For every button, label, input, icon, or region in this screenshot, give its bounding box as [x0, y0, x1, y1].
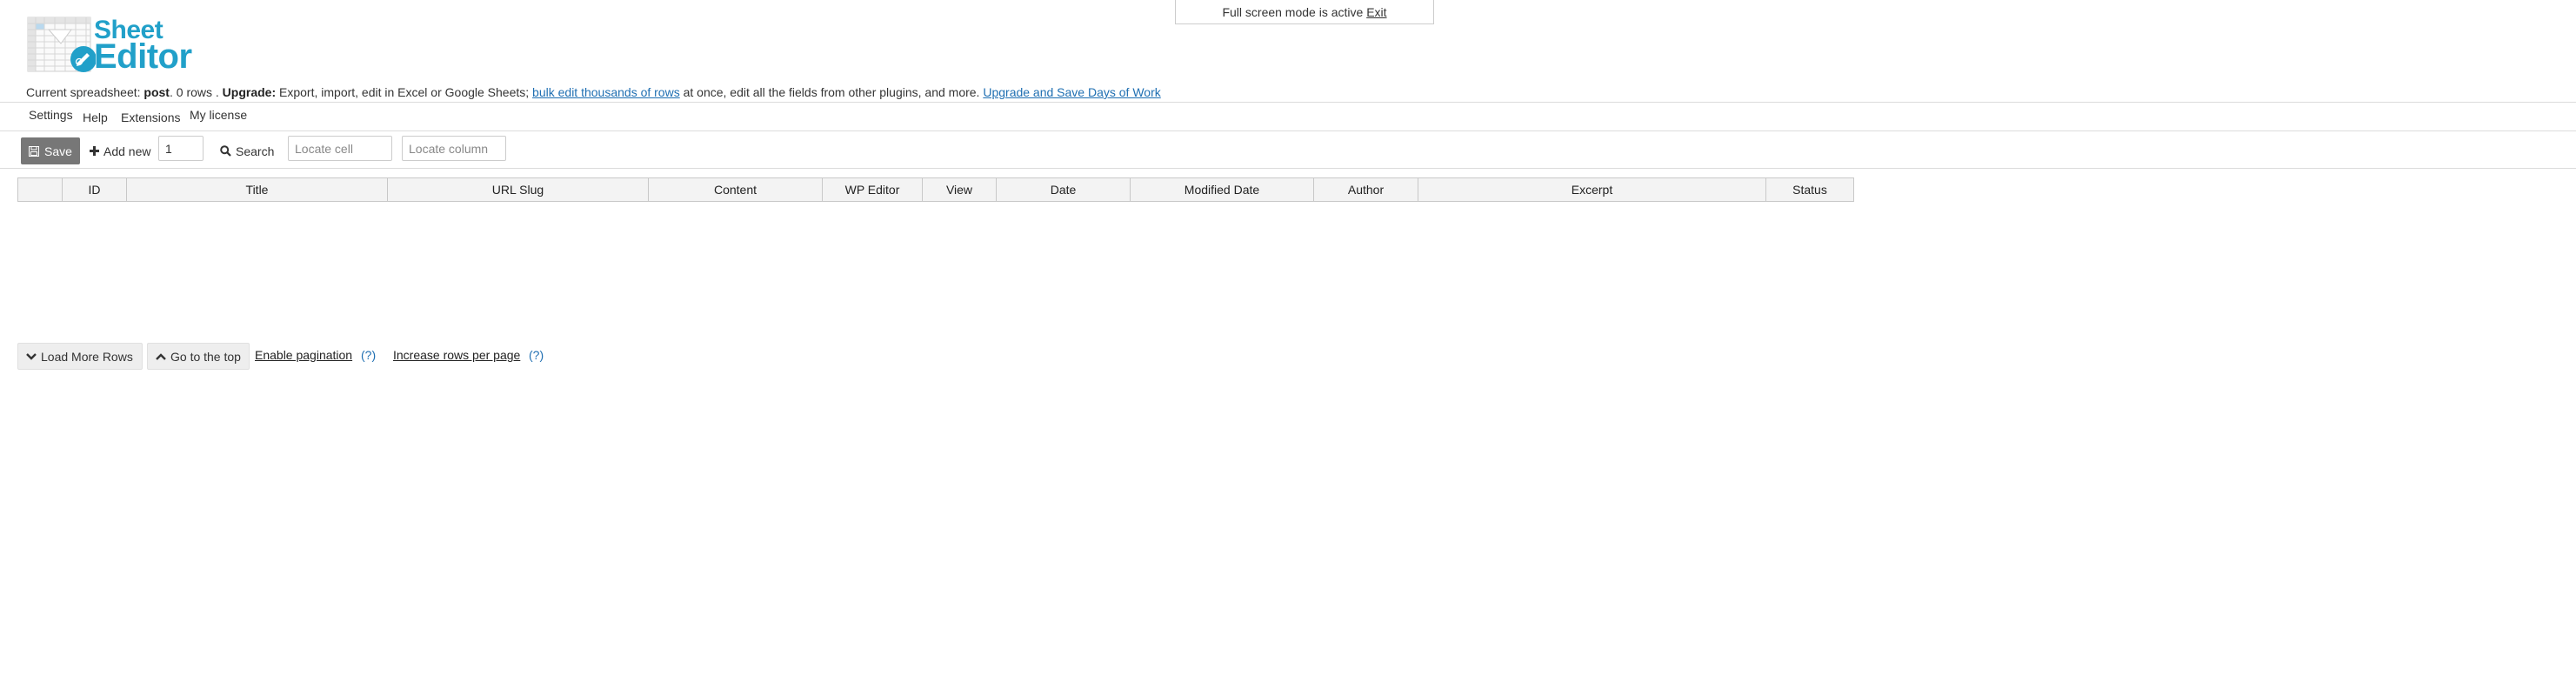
upgrade-text: Export, import, edit in Excel or Google …	[279, 85, 530, 99]
column-header-id[interactable]: ID	[63, 178, 127, 201]
increase-rows-link[interactable]: Increase rows per page	[393, 348, 520, 362]
menu-item-settings[interactable]: Settings	[29, 108, 73, 122]
search-button[interactable]: Search	[220, 137, 274, 164]
load-more-rows-button[interactable]: Load More Rows	[17, 343, 143, 370]
current-spreadsheet-label: Current spreadsheet:	[26, 85, 141, 99]
chevron-up-icon	[156, 352, 166, 360]
fullscreen-banner: Full screen mode is active Exit	[1175, 0, 1434, 24]
spreadsheet-logo-icon	[27, 17, 96, 72]
toolbar: Save Add new Search	[0, 132, 2576, 167]
logo-line2: Editor	[94, 37, 192, 76]
upgrade-middle-text: at once, edit all the fields from other …	[683, 85, 980, 99]
search-label: Search	[236, 144, 275, 158]
chevron-down-icon	[26, 352, 37, 360]
menu-item-extensions[interactable]: Extensions	[121, 110, 180, 124]
save-button[interactable]: Save	[21, 137, 80, 164]
column-header-title[interactable]: Title	[127, 178, 388, 201]
column-header-content[interactable]: Content	[649, 178, 823, 201]
column-header-modified-date[interactable]: Modified Date	[1131, 178, 1314, 201]
logo-wordmark: Sheet Editor	[94, 17, 192, 76]
column-header-excerpt[interactable]: Excerpt	[1418, 178, 1766, 201]
menu-item-help[interactable]: Help	[83, 110, 108, 124]
pagination-help-link[interactable]: (?)	[361, 348, 376, 362]
divider-top	[0, 102, 2576, 103]
locate-column-input[interactable]	[402, 136, 506, 161]
plus-icon	[90, 146, 99, 156]
upgrade-label: Upgrade:	[222, 85, 277, 99]
spreadsheet-name: post	[143, 85, 170, 99]
exit-fullscreen-link[interactable]: Exit	[1366, 5, 1386, 19]
row-count: . 0 rows .	[169, 85, 219, 99]
load-more-label: Load More Rows	[41, 349, 133, 364]
search-icon	[220, 145, 231, 157]
enable-pagination-link[interactable]: Enable pagination	[255, 348, 352, 362]
upgrade-link[interactable]: Upgrade and Save Days of Work	[983, 85, 1160, 99]
go-to-top-button[interactable]: Go to the top	[147, 343, 250, 370]
column-header-wp-editor[interactable]: WP Editor	[823, 178, 923, 201]
locate-cell-input[interactable]	[288, 136, 392, 161]
go-to-top-label: Go to the top	[170, 349, 241, 364]
column-header-view[interactable]: View	[923, 178, 997, 201]
add-new-count-input[interactable]	[158, 136, 204, 161]
spreadsheet-info-line: Current spreadsheet: post. 0 rows . Upgr…	[26, 85, 1161, 99]
column-header-url-slug[interactable]: URL Slug	[388, 178, 649, 201]
fullscreen-text: Full screen mode is active	[1222, 5, 1364, 19]
column-header-corner[interactable]	[18, 178, 63, 201]
save-label: Save	[44, 144, 72, 158]
column-header-date[interactable]: Date	[997, 178, 1131, 201]
add-new-button[interactable]: Add new	[90, 137, 150, 164]
sheet-editor-logo: Sheet Editor	[26, 16, 192, 75]
rows-help-link[interactable]: (?)	[529, 348, 544, 362]
divider-toolbar	[0, 168, 2576, 169]
spreadsheet-header-row: ID Title URL Slug Content WP Editor View…	[17, 177, 1854, 202]
menu-item-my-license[interactable]: My license	[190, 108, 247, 122]
floppy-disk-icon	[29, 145, 40, 157]
bulk-edit-link[interactable]: bulk edit thousands of rows	[532, 85, 680, 99]
column-header-author[interactable]: Author	[1314, 178, 1418, 201]
divider-menu	[0, 130, 2576, 131]
column-header-status[interactable]: Status	[1766, 178, 1853, 201]
add-new-label: Add new	[103, 144, 151, 158]
